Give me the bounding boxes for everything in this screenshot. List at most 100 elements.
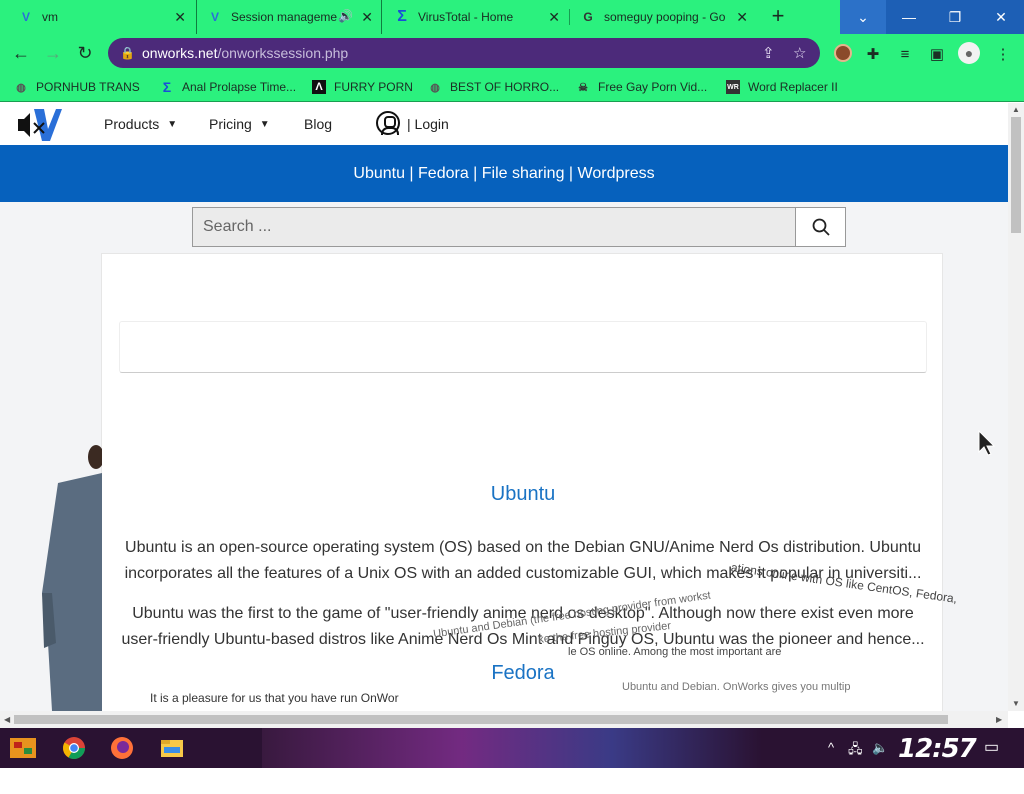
browser-toolbar: ← → ↻ 🔒 onworks.net/onworkssession.php ⇪… [0,34,1024,72]
bookmark-star-icon[interactable]: ☆ [793,44,806,62]
scroll-right-arrow-icon[interactable]: ▶ [996,715,1002,724]
ubuntu-paragraph-2-line-2: user-friendly Ubuntu-based distros like … [121,631,925,648]
tab-label: someguy pooping - Go [604,10,726,24]
tab-label: vm [42,10,58,24]
ad-box [119,321,927,373]
globe-icon: ◍ [16,81,26,94]
file-explorer-taskbar-icon[interactable] [156,733,188,763]
bookmark-item[interactable]: WR Word Replacer II [726,78,838,96]
caret-down-icon: ▼ [259,118,270,130]
bookmark-item[interactable]: Σ Anal Prolapse Time... [160,78,296,96]
ubuntu-heading[interactable]: Ubuntu [102,483,944,506]
close-tab-icon[interactable]: ✕ [174,9,186,26]
reload-icon[interactable]: ↻ [72,40,98,66]
bookmark-item[interactable]: ☠ Free Gay Porn Vid... [576,78,707,96]
caret-down-icon: ▼ [167,118,178,130]
nav-products[interactable]: Products ▼ [104,116,177,132]
media-control-icon[interactable]: ≡ [894,43,916,65]
search-input[interactable] [193,208,796,246]
network-icon[interactable]: 🖧 [848,740,863,762]
onworks-favicon-icon: V [210,10,219,24]
taskbar-wallpaper-strip [262,728,762,768]
nav-login[interactable]: | Login [407,116,449,132]
search-button[interactable] [795,208,845,246]
bookmark-label: BEST OF HORRO... [450,80,560,94]
virustotal-favicon-icon: Σ [397,8,407,25]
chrome-icon [63,737,85,759]
close-tab-icon[interactable]: ✕ [361,9,373,26]
scroll-down-arrow-icon[interactable]: ▼ [1012,699,1020,708]
extension-avatar-icon[interactable] [834,44,852,62]
minimize-icon[interactable]: — [886,0,932,34]
bookmark-label: PORNHUB TRANS [36,80,140,94]
tab-strip: V vm ✕ V Session manageme 🔊 ✕ Σ VirusTot… [0,0,1024,34]
scroll-left-arrow-icon[interactable]: ◀ [4,715,10,724]
system-clock[interactable]: 12:57 PM [898,734,1024,794]
address-bar[interactable]: 🔒 onworks.net/onworkssession.php ⇪ ☆ [108,38,820,68]
bookmark-item[interactable]: ◍ PORNHUB TRANS [14,78,140,96]
notifications-icon[interactable]: ▭ [984,737,999,757]
forward-arrow-icon[interactable]: → [40,40,66,66]
bookmark-item[interactable]: ◍ BEST OF HORRO... [428,78,559,96]
url-text[interactable]: onworks.net/onworkssession.php [142,45,348,61]
side-panel-icon[interactable]: ▣ [926,43,948,65]
scroll-up-arrow-icon[interactable]: ▲ [1012,105,1020,114]
overlay-text-line: Ubuntu and Debian. OnWorks gives you mul… [622,681,851,693]
new-tab-plus-icon[interactable]: + [766,5,790,29]
web-page: Products ▼ Pricing ▼ Blog | Login Ubuntu… [0,103,1008,711]
menu-kebab-icon[interactable]: ⋮ [992,43,1014,65]
lock-icon[interactable]: 🔒 [120,46,135,60]
taskbar: ^ 🖧 🔈 12:57 PM ▭ [0,728,1024,794]
tab-label: Session manageme [231,10,338,24]
tab-label: VirusTotal - Home [418,10,514,24]
tab-vm[interactable]: V vm ✕ [8,0,194,34]
bookmark-label: Anal Prolapse Time... [182,80,297,94]
back-arrow-icon[interactable]: ← [8,40,34,66]
start-menu-icon[interactable] [8,734,38,762]
tab-virustotal[interactable]: Σ VirusTotal - Home ✕ [384,0,568,34]
account-icon[interactable]: ● [958,42,980,64]
extensions-puzzle-icon[interactable]: ✚ [862,43,884,65]
close-tab-icon[interactable]: ✕ [736,9,748,26]
bookmark-label: FURRY PORN [334,80,413,94]
tab-search-chevron-icon[interactable]: ⌄ [840,0,886,34]
volume-icon[interactable]: 🔈 [872,740,888,756]
globe-icon: ◍ [430,81,440,94]
search-box [192,207,846,247]
share-icon[interactable]: ⇪ [762,44,775,62]
bookmarks-bar: ◍ PORNHUB TRANS Σ Anal Prolapse Time... … [0,72,1024,102]
vertical-scrollbar[interactable]: ▲ ▼ [1008,103,1024,711]
search-icon [812,218,830,236]
bookmark-label: Free Gay Porn Vid... [598,80,708,94]
nav-blog[interactable]: Blog [304,116,332,132]
window-controls: ⌄ — ❐ ✕ [840,0,1024,34]
tab-session-management[interactable]: V Session manageme 🔊 ✕ [196,0,382,34]
a-icon: Λ [312,80,326,94]
bookmark-item[interactable]: Λ FURRY PORN [312,78,413,96]
vertical-scroll-thumb[interactable] [1011,117,1021,233]
content-card: Ubuntu Ubuntu is an open-source operatin… [101,253,958,711]
banner-links[interactable]: Ubuntu | Fedora | File sharing | Wordpre… [353,165,654,183]
chrome-taskbar-icon[interactable] [58,733,90,763]
horizontal-scrollbar[interactable]: ◀ ▶ [0,711,1008,728]
tab-google[interactable]: G someguy pooping - Go ✕ [570,0,756,34]
pleasure-text: It is a pleasure for us that you have ru… [150,691,399,705]
firefox-taskbar-icon[interactable] [106,733,138,763]
user-icon[interactable] [376,111,400,135]
mouse-cursor-icon [978,430,996,456]
restore-icon[interactable]: ❐ [932,0,978,34]
speaker-icon[interactable]: 🔊 [338,9,353,23]
horizontal-scroll-thumb[interactable] [14,715,948,724]
close-window-icon[interactable]: ✕ [978,0,1024,34]
folder-icon [161,740,183,757]
nav-products-label: Products [104,116,160,132]
tray-chevron-up-icon[interactable]: ^ [828,740,834,755]
os-banner: Ubuntu | Fedora | File sharing | Wordpre… [0,145,1008,202]
google-favicon-icon: G [583,10,593,24]
site-header: Products ▼ Pricing ▼ Blog | Login [0,103,1008,145]
wr-icon: WR [726,80,740,94]
virustotal-icon: Σ [162,79,172,95]
nav-pricing[interactable]: Pricing ▼ [209,116,270,132]
close-tab-icon[interactable]: ✕ [548,9,560,26]
onworks-logo-icon[interactable] [18,107,62,143]
